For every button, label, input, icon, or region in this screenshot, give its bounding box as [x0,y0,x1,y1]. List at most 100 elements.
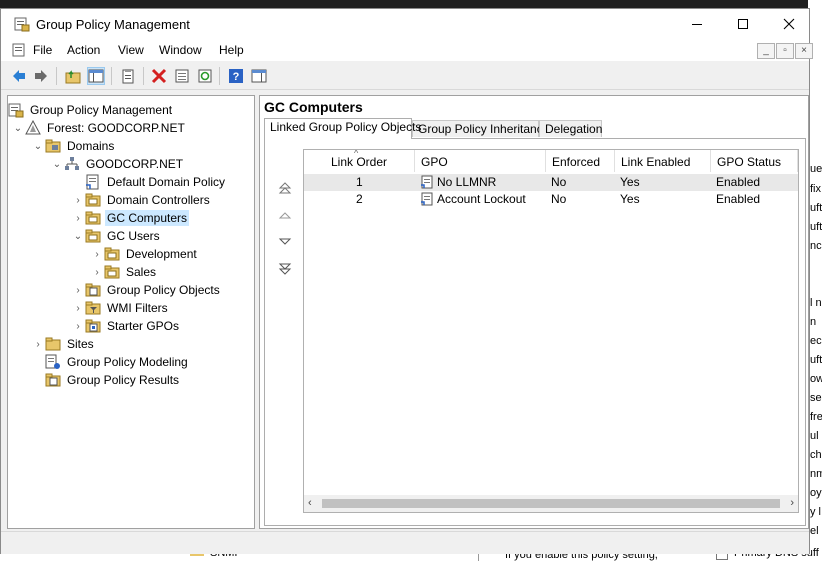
ou-folder-icon [85,228,101,244]
help-icon: ? [229,69,243,83]
collapse-chevron-icon[interactable]: ⌄ [50,159,64,170]
expand-chevron-icon[interactable]: › [71,321,85,332]
cell-link-enabled: Yes [620,192,640,206]
expand-chevron-icon[interactable]: › [71,213,85,224]
tree-node-gc-users[interactable]: ⌄ GC Users [71,227,162,245]
tree-node-development[interactable]: › Development [90,245,199,263]
scroll-left-icon[interactable]: ‹ [308,497,312,509]
move-to-bottom-button[interactable] [277,261,293,277]
tree-node-default-domain-policy[interactable]: Default Domain Policy [71,173,227,191]
tree-node-domains[interactable]: ⌄ Domains [31,137,116,155]
background-fragment: l n [810,297,822,309]
tree-label: Domains [67,139,115,153]
results-folder-icon [45,372,61,388]
background-fragment: nc [810,240,822,252]
tree-node-gc-computers[interactable]: › GC Computers [71,209,190,227]
gpmc-app-icon [14,16,30,32]
move-to-top-button[interactable] [277,180,293,196]
collapse-chevron-icon[interactable]: ⌄ [31,141,45,152]
table-row[interactable]: 2 Account Lockout No Yes Enabled [304,191,798,208]
menu-view[interactable]: View [118,43,144,57]
tree-node-goodcorp-domain[interactable]: ⌄ GOODCORP.NET [50,155,185,173]
table-row[interactable]: 1 No LLMNR No Yes Enabled [304,174,798,191]
tab-delegation[interactable]: Delegation [539,120,602,137]
properties-button[interactable] [119,67,137,85]
column-header-link-enabled[interactable]: Link Enabled [615,150,711,172]
move-down-button[interactable] [277,234,293,250]
background-window-strip: ue fix uft uft nc l n n ec uft ow se fre… [808,0,822,562]
menu-action[interactable]: Action [67,43,100,57]
toolbar-separator [56,67,57,85]
cell-enforced: No [551,175,567,189]
background-fragment: el [810,525,819,537]
expand-chevron-icon[interactable]: › [71,195,85,206]
forward-button[interactable] [32,67,50,85]
menu-file[interactable]: File [33,43,52,57]
expand-chevron-icon[interactable]: › [31,339,45,350]
console-tree: Group Policy Management ⌄ Forest: GOODCO… [7,95,255,529]
tree-label: Sites [67,337,94,351]
expand-chevron-icon[interactable]: › [90,249,104,260]
background-fragment: uft [810,354,822,366]
up-folder-icon [65,70,81,84]
tree-node-gp-results[interactable]: Group Policy Results [31,371,181,389]
mdi-close-button[interactable]: × [795,43,813,59]
gpo-icon [420,175,434,189]
back-arrow-icon [13,70,25,82]
collapse-chevron-icon[interactable]: ⌄ [11,123,25,134]
toolbar: ? [1,63,809,90]
tree-node-sites[interactable]: › Sites [31,335,96,353]
ou-folder-icon [104,246,120,262]
expand-chevron-icon[interactable]: › [90,267,104,278]
background-fragment: fre [810,411,822,423]
gpo-icon [420,192,434,206]
menu-help[interactable]: Help [219,43,244,57]
action-pane-icon [251,69,267,83]
column-header-link-order[interactable]: ^ Link Order [304,150,415,172]
menu-window[interactable]: Window [159,43,202,57]
delete-button[interactable] [150,67,168,85]
sort-ascending-icon: ^ [354,149,359,158]
tree-label: Development [126,247,197,261]
collapse-chevron-icon[interactable]: ⌄ [71,231,85,242]
action-pane-button[interactable] [250,67,268,85]
window-title: Group Policy Management [36,17,190,32]
scrollbar-thumb[interactable] [322,499,780,508]
tab-linked-gpos[interactable]: Linked Group Policy Objects [264,118,421,139]
minimize-button[interactable] [674,9,720,39]
help-button[interactable]: ? [227,67,245,85]
mdi-minimize-button[interactable]: _ [757,43,775,59]
expand-chevron-icon[interactable]: › [71,285,85,296]
show-hide-tree-button[interactable] [87,67,105,85]
mmc-document-icon[interactable] [11,42,27,58]
expand-chevron-icon[interactable]: › [71,303,85,314]
refresh-button[interactable] [196,67,214,85]
tree-node-gpm-root[interactable]: Group Policy Management [8,101,174,119]
tree-node-gp-modeling[interactable]: Group Policy Modeling [31,353,190,371]
horizontal-scrollbar[interactable]: ‹ › [304,495,798,512]
close-button[interactable] [766,9,812,39]
tree-node-sales[interactable]: › Sales [90,263,158,281]
tree-node-wmi-filters[interactable]: › WMI Filters [71,299,170,317]
mdi-restore-button[interactable]: ▫ [776,43,794,59]
column-header-gpo[interactable]: GPO [415,150,546,172]
tree-label: Starter GPOs [107,319,180,333]
title-bar[interactable]: Group Policy Management [1,9,809,39]
ou-folder-icon [85,210,101,226]
forest-icon [25,119,41,136]
column-header-enforced[interactable]: Enforced [546,150,615,172]
tree-node-domain-controllers[interactable]: › Domain Controllers [71,191,212,209]
tree-node-forest[interactable]: ⌄ Forest: GOODCORP.NET [11,119,187,137]
tree-node-group-policy-objects[interactable]: › Group Policy Objects [71,281,222,299]
up-folder-button[interactable] [64,67,82,85]
column-header-gpo-status[interactable]: GPO Status [711,150,798,172]
gpmc-window: Group Policy Management File Action View… [0,8,813,554]
refresh-icon [198,69,212,83]
tab-gp-inheritance[interactable]: Group Policy Inheritance [412,120,549,137]
move-up-button[interactable] [277,207,293,223]
properties-sheet-button[interactable] [173,67,191,85]
maximize-button[interactable] [720,9,766,39]
back-button[interactable] [10,67,28,85]
tree-node-starter-gpos[interactable]: › Starter GPOs [71,317,181,335]
scroll-right-icon[interactable]: › [790,497,794,509]
